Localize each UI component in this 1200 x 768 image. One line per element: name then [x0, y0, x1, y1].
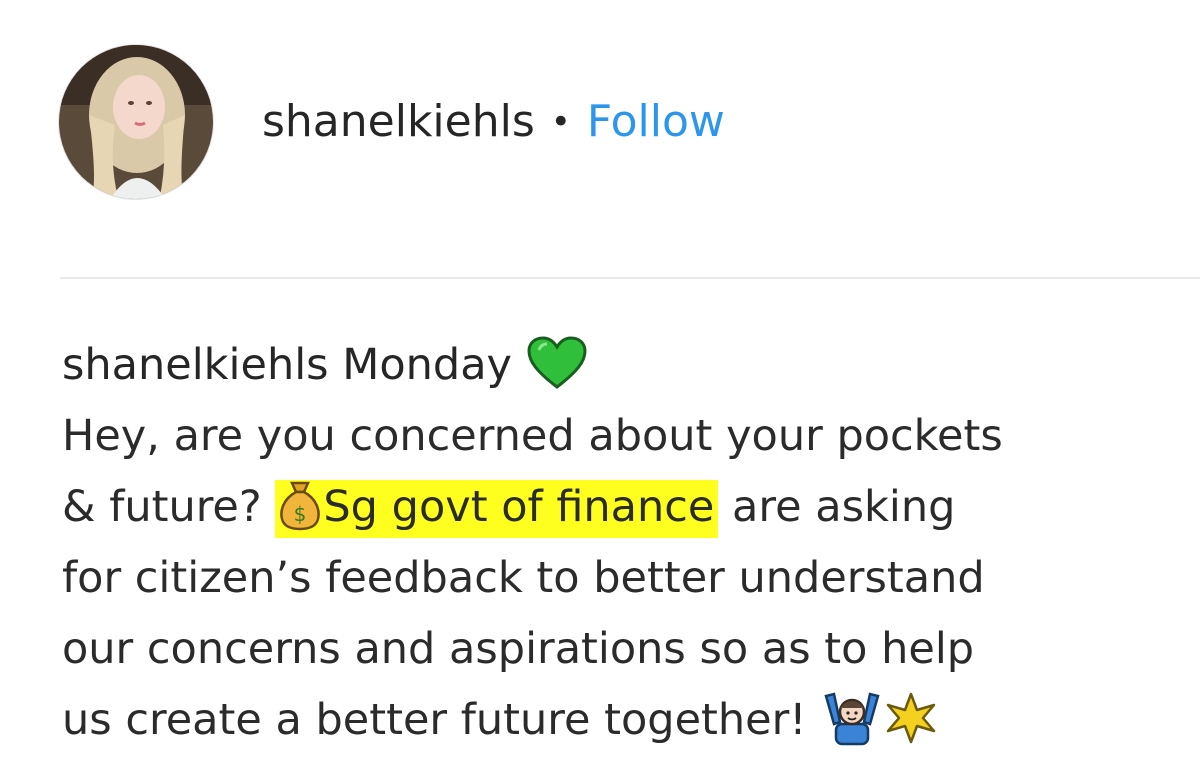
green-heart-icon [526, 335, 588, 391]
post-caption: shanelkiehls Monday Hey, are you concern… [62, 330, 1182, 756]
sparkle-icon [884, 691, 938, 745]
header-username[interactable]: shanelkiehls [262, 100, 535, 144]
caption-text-line5: us create a better future together! [62, 695, 821, 745]
caption-text-line1: Hey, are you concerned about your pocket… [62, 411, 1003, 461]
caption-line-1: shanelkiehls Monday [62, 330, 1182, 401]
highlighted-phrase: $ Sg govt of finance [275, 479, 719, 538]
follow-button[interactable]: Follow [587, 100, 725, 144]
post-header: shanelkiehls • Follow [58, 44, 1158, 200]
header-text: shanelkiehls • Follow [262, 100, 725, 144]
caption-username[interactable]: shanelkiehls [62, 340, 329, 390]
caption-day: Monday [342, 340, 513, 390]
caption-line-3: & future? $ Sg govt of finance are askin… [62, 472, 1182, 543]
money-bag-icon: $ [277, 479, 323, 531]
caption-text-line4: our concerns and aspirations so as to he… [62, 624, 975, 674]
caption-line-2: Hey, are you concerned about your pocket… [62, 401, 1182, 472]
divider [60, 277, 1200, 279]
caption-text-line2-post: are asking [718, 482, 956, 532]
caption-line-5: our concerns and aspirations so as to he… [62, 614, 1182, 685]
caption-text-line2-pre: & future? [62, 482, 276, 532]
caption-line-4: for citizen’s feedback to better underst… [62, 543, 1182, 614]
caption-text-line3: for citizen’s feedback to better underst… [62, 553, 985, 603]
avatar[interactable] [58, 44, 214, 200]
caption-line-6: us create a better future together! [62, 685, 1182, 756]
separator-dot: • [550, 102, 571, 142]
person-raising-hands-icon [820, 690, 884, 746]
highlight-text: Sg govt of finance [323, 482, 715, 532]
avatar-image [59, 45, 213, 199]
svg-text:$: $ [294, 502, 307, 526]
